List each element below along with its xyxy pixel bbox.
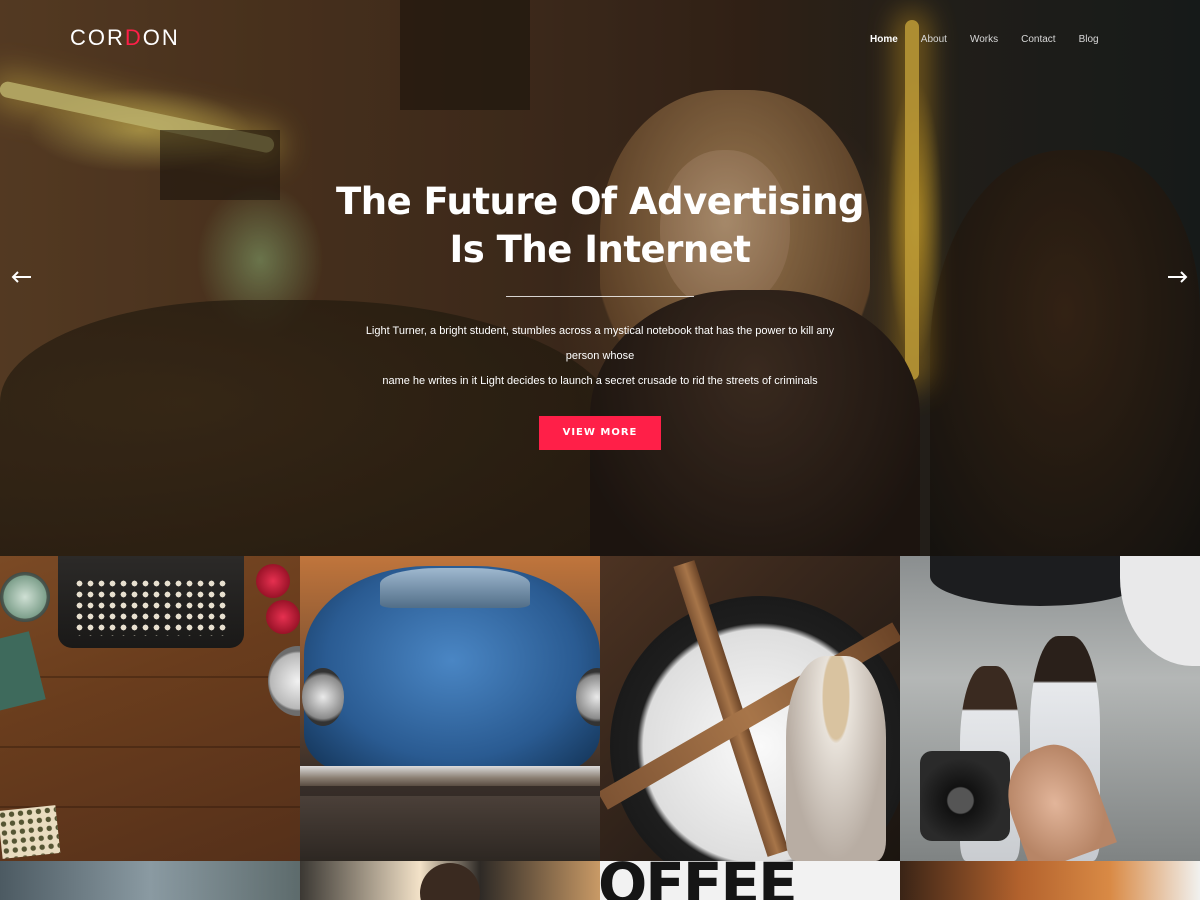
succulent-photo-element [0,572,50,622]
coffee-sign-text: OFFEE [600,861,798,900]
gallery-tile-typewriter[interactable] [0,556,300,861]
view-more-button[interactable]: VIEW MORE [539,416,661,450]
car-bumper [300,766,600,786]
logo-text-accent: D [124,25,143,50]
rose-photo-element [266,600,300,634]
hero-slider: COR D ON Home About Works Contact Blog The… [0,0,1200,556]
ground [300,796,600,861]
typewriter-keys [74,578,228,636]
gallery-tile-clock[interactable] [600,556,900,861]
car-headlamp [302,668,344,726]
gallery-tile-smoke[interactable] [900,861,1200,900]
gallery-tile-coffee[interactable]: OFFEE [600,861,900,900]
portrait-head [420,863,480,900]
nav-item-about[interactable]: About [921,34,947,45]
site-logo[interactable]: COR D ON [70,25,180,50]
hero-description: Light Turner, a bright student, stumbles… [350,319,850,394]
hero-description-line1: Light Turner, a bright student, stumbles… [365,325,835,362]
studio-reflector [1120,556,1200,666]
rose-photo-element [256,564,290,598]
portfolio-gallery: OFFEE [0,556,1200,900]
model-figure [786,656,886,861]
nav-item-contact[interactable]: Contact [1021,34,1055,45]
wood-plank [0,746,300,748]
hero-title-line2: Is The Internet [449,228,751,271]
nav-item-works[interactable]: Works [970,34,998,45]
gallery-tile-car[interactable] [300,556,600,861]
hero-content: The Future Of Advertising Is The Interne… [0,178,1200,450]
main-nav: Home About Works Contact Blog [870,34,1122,45]
car-windshield [380,568,530,608]
nav-item-home[interactable]: Home [870,34,898,45]
nav-item-blog[interactable]: Blog [1079,34,1099,45]
book-photo-element [0,631,46,711]
gallery-tile-photoshoot[interactable] [900,556,1200,861]
logo-text-part2: ON [142,25,180,50]
hero-divider [506,296,694,297]
letter-tiles-photo-element [0,805,61,859]
hero-title: The Future Of Advertising Is The Interne… [0,178,1200,274]
hero-title-line1: The Future Of Advertising [336,180,865,223]
camera-photo-element [920,751,1010,841]
gallery-tile-street[interactable] [0,861,300,900]
logo-text-part1: COR [70,25,125,50]
studio-umbrella [930,556,1150,606]
hero-description-line2: name he writes in it Light decides to la… [382,375,818,387]
saucer-photo-element [268,646,300,716]
wood-plank [0,676,300,678]
gallery-tile-portrait[interactable] [300,861,600,900]
